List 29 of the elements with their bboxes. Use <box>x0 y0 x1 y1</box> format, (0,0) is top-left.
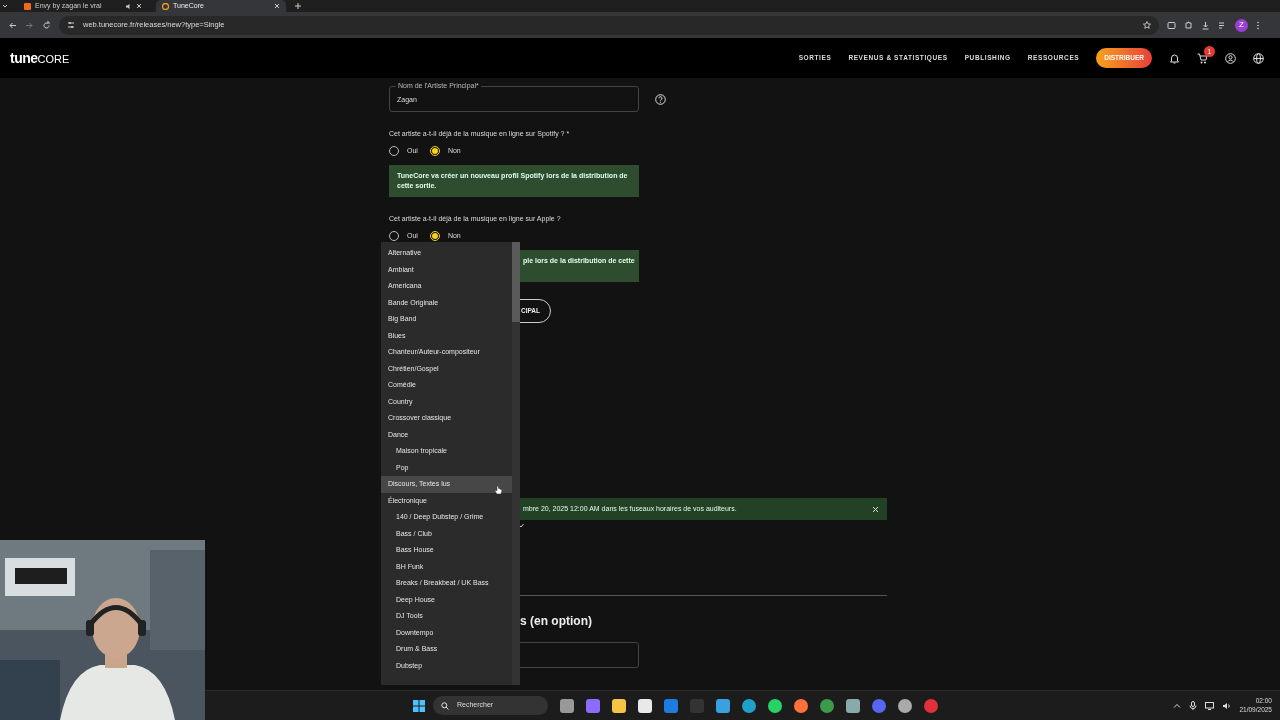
playlist-icon[interactable] <box>1218 20 1227 30</box>
help-icon[interactable] <box>655 93 666 105</box>
pointer-cursor-icon <box>494 485 502 495</box>
chevron-up-icon[interactable] <box>1173 701 1182 710</box>
bell-icon[interactable] <box>1169 52 1180 64</box>
volume-icon[interactable] <box>1222 701 1232 710</box>
microphone-icon[interactable] <box>1189 701 1198 710</box>
network-icon[interactable] <box>1205 701 1215 710</box>
forward-icon[interactable] <box>25 20 34 30</box>
close-icon[interactable] <box>136 3 142 9</box>
star-icon[interactable] <box>1143 21 1151 29</box>
scrollbar-thumb[interactable] <box>512 242 520 322</box>
profile-avatar[interactable]: Z <box>1235 18 1248 32</box>
globe-icon[interactable] <box>1253 52 1264 64</box>
new-tab-icon[interactable] <box>294 2 302 10</box>
close-icon[interactable] <box>872 505 879 513</box>
download-icon[interactable] <box>1201 20 1210 30</box>
cart-icon[interactable] <box>1197 52 1208 64</box>
logo[interactable]: tuneCORE <box>10 47 70 69</box>
windows-icon[interactable] <box>413 699 425 712</box>
speaker-icon[interactable] <box>125 2 132 10</box>
user-icon[interactable] <box>1225 52 1236 64</box>
back-icon[interactable] <box>8 20 17 30</box>
reload-icon[interactable] <box>42 20 51 30</box>
checkmark-icon <box>519 523 524 529</box>
search-icon <box>441 701 449 710</box>
close-icon[interactable] <box>274 3 280 9</box>
site-settings-icon[interactable] <box>67 21 75 29</box>
section-heading: s (en option) <box>520 613 593 631</box>
